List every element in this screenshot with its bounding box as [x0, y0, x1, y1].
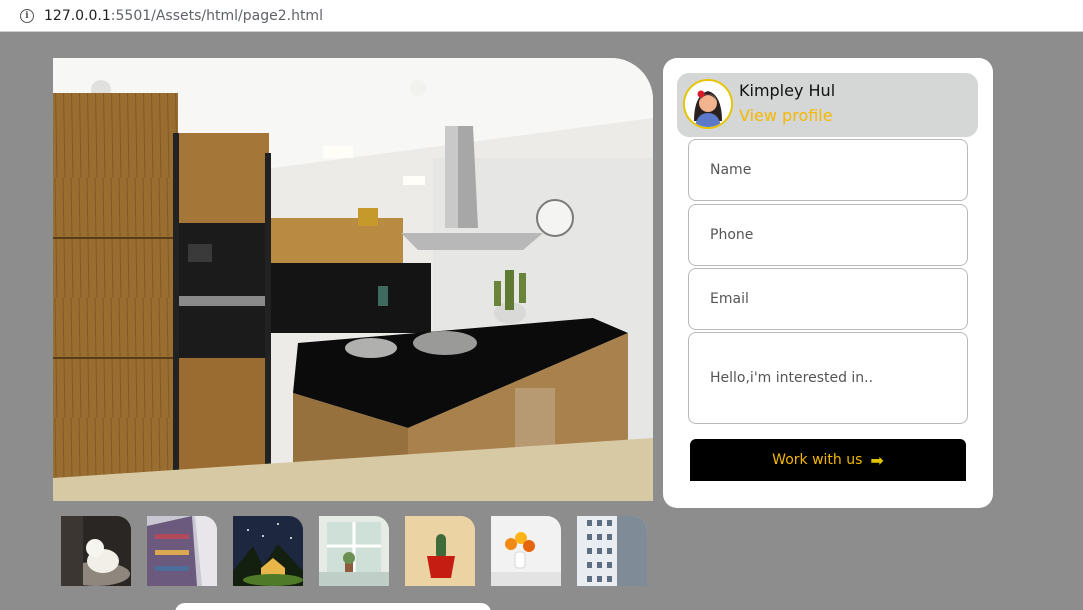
thumbnail-fabric[interactable]: [147, 516, 217, 586]
thumbnail-cactus-pot[interactable]: [405, 516, 475, 586]
thumbnail-night-cabin[interactable]: [233, 516, 303, 586]
flower-vase-photo-icon: [491, 516, 561, 586]
profile-name: Kimpley Hul: [739, 81, 836, 100]
dog-photo-icon: [61, 516, 131, 586]
arrow-right-icon: ➡: [870, 450, 884, 470]
view-profile-link[interactable]: View profile: [739, 106, 833, 125]
thumbnail-dog[interactable]: [61, 516, 131, 586]
avatar-woman-icon: [685, 81, 731, 127]
cactus-pot-photo-icon: [405, 516, 475, 586]
email-field[interactable]: Email: [688, 268, 968, 330]
thumbnail-flower-vase[interactable]: [491, 516, 561, 586]
kitchen-photo-icon: [53, 58, 653, 501]
hero-image: [53, 58, 653, 501]
contact-card: Kimpley Hul View profile Name Phone Emai…: [663, 58, 993, 508]
avatar[interactable]: [683, 79, 733, 129]
url-text[interactable]: 127.0.0.1:5501/Assets/html/page2.html: [44, 8, 323, 24]
url-host: 127.0.0.1: [44, 7, 111, 24]
name-field[interactable]: Name: [688, 139, 968, 201]
night-cabin-photo-icon: [233, 516, 303, 586]
bottom-panel: [175, 603, 491, 610]
work-with-us-label: Work with us: [772, 452, 863, 468]
message-field[interactable]: Hello,i'm interested in..: [688, 332, 968, 424]
window-plants-photo-icon: [319, 516, 389, 586]
thumbnail-strip: [61, 516, 647, 586]
thumbnail-building[interactable]: [577, 516, 647, 586]
url-path: :5501/Assets/html/page2.html: [110, 7, 323, 24]
work-with-us-button[interactable]: Work with us ➡: [690, 439, 966, 481]
thumbnail-window-plants[interactable]: [319, 516, 389, 586]
browser-address-bar[interactable]: i 127.0.0.1:5501/Assets/html/page2.html: [0, 0, 1083, 32]
fabric-photo-icon: [147, 516, 217, 586]
building-facade-photo-icon: [577, 516, 647, 586]
profile-header: Kimpley Hul View profile: [677, 73, 978, 137]
info-icon[interactable]: i: [20, 8, 34, 23]
phone-field[interactable]: Phone: [688, 204, 968, 266]
